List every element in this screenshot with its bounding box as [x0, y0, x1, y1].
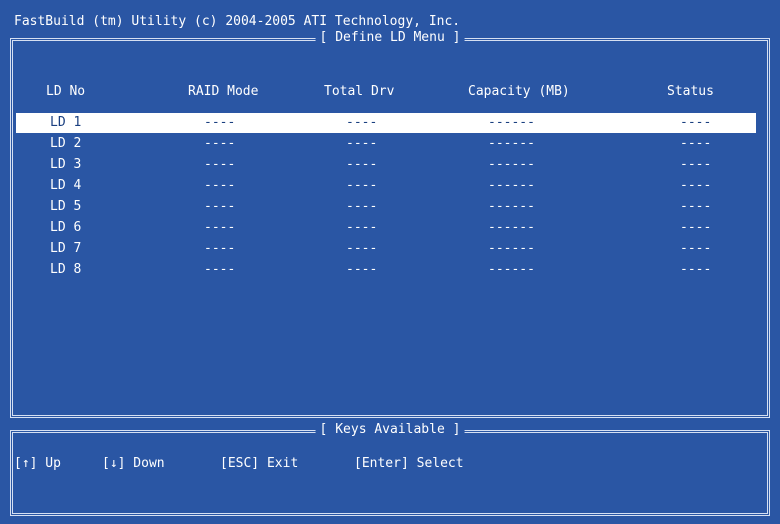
- cell-raid-mode: ----: [204, 136, 236, 151]
- col-total-drv: Total Drv: [324, 84, 395, 99]
- cell-ld-no: LD 4: [50, 178, 82, 193]
- cell-status: ----: [680, 262, 712, 277]
- cell-total-drv: ----: [346, 178, 378, 193]
- panel-title: [ Define LD Menu ]: [315, 30, 465, 45]
- col-ld-no: LD No: [46, 84, 86, 99]
- cell-raid-mode: ----: [204, 241, 236, 256]
- table-row[interactable]: LD 5 ---- ---- ------ ----: [16, 197, 756, 217]
- cell-total-drv: ----: [346, 199, 378, 214]
- cell-total-drv: ----: [346, 157, 378, 172]
- cell-raid-mode: ----: [204, 199, 236, 214]
- cell-ld-no: LD 1: [50, 115, 82, 130]
- cell-status: ----: [680, 220, 712, 235]
- key-up: [↑] Up: [14, 456, 61, 471]
- cell-capacity: ------: [488, 136, 535, 151]
- keys-panel-title: [ Keys Available ]: [315, 422, 465, 437]
- cell-status: ----: [680, 136, 712, 151]
- cell-raid-mode: ----: [204, 157, 236, 172]
- key-down: [↓] Down: [102, 456, 165, 471]
- cell-capacity: ------: [488, 115, 535, 130]
- cell-capacity: ------: [488, 241, 535, 256]
- cell-raid-mode: ----: [204, 115, 236, 130]
- cell-ld-no: LD 6: [50, 220, 82, 235]
- cell-total-drv: ----: [346, 220, 378, 235]
- cell-status: ----: [680, 199, 712, 214]
- keys-panel: [ Keys Available ]: [10, 422, 770, 516]
- table-row[interactable]: LD 1 ---- ---- ------ ----: [16, 113, 756, 133]
- cell-total-drv: ----: [346, 136, 378, 151]
- cell-total-drv: ----: [346, 115, 378, 130]
- cell-total-drv: ----: [346, 241, 378, 256]
- col-capacity: Capacity (MB): [468, 84, 570, 99]
- cell-raid-mode: ----: [204, 220, 236, 235]
- cell-capacity: ------: [488, 199, 535, 214]
- cell-ld-no: LD 3: [50, 157, 82, 172]
- cell-total-drv: ----: [346, 262, 378, 277]
- col-raid-mode: RAID Mode: [188, 84, 259, 99]
- cell-status: ----: [680, 241, 712, 256]
- cell-status: ----: [680, 115, 712, 130]
- table-row[interactable]: LD 8 ---- ---- ------ ----: [16, 260, 756, 280]
- table-row[interactable]: LD 3 ---- ---- ------ ----: [16, 155, 756, 175]
- key-exit: [ESC] Exit: [220, 456, 299, 471]
- table-row[interactable]: LD 6 ---- ---- ------ ----: [16, 218, 756, 238]
- cell-status: ----: [680, 157, 712, 172]
- app-title: FastBuild (tm) Utility (c) 2004-2005 ATI…: [14, 14, 461, 29]
- cell-ld-no: LD 7: [50, 241, 82, 256]
- cell-status: ----: [680, 178, 712, 193]
- cell-ld-no: LD 2: [50, 136, 82, 151]
- cell-capacity: ------: [488, 157, 535, 172]
- cell-capacity: ------: [488, 178, 535, 193]
- col-status: Status: [667, 84, 714, 99]
- cell-capacity: ------: [488, 262, 535, 277]
- cell-capacity: ------: [488, 220, 535, 235]
- table-row[interactable]: LD 2 ---- ---- ------ ----: [16, 134, 756, 154]
- key-select: [Enter] Select: [354, 456, 464, 471]
- table-row[interactable]: LD 4 ---- ---- ------ ----: [16, 176, 756, 196]
- table-header: LD No RAID Mode Total Drv Capacity (MB) …: [16, 82, 756, 102]
- table-row[interactable]: LD 7 ---- ---- ------ ----: [16, 239, 756, 259]
- cell-ld-no: LD 8: [50, 262, 82, 277]
- cell-ld-no: LD 5: [50, 199, 82, 214]
- cell-raid-mode: ----: [204, 262, 236, 277]
- cell-raid-mode: ----: [204, 178, 236, 193]
